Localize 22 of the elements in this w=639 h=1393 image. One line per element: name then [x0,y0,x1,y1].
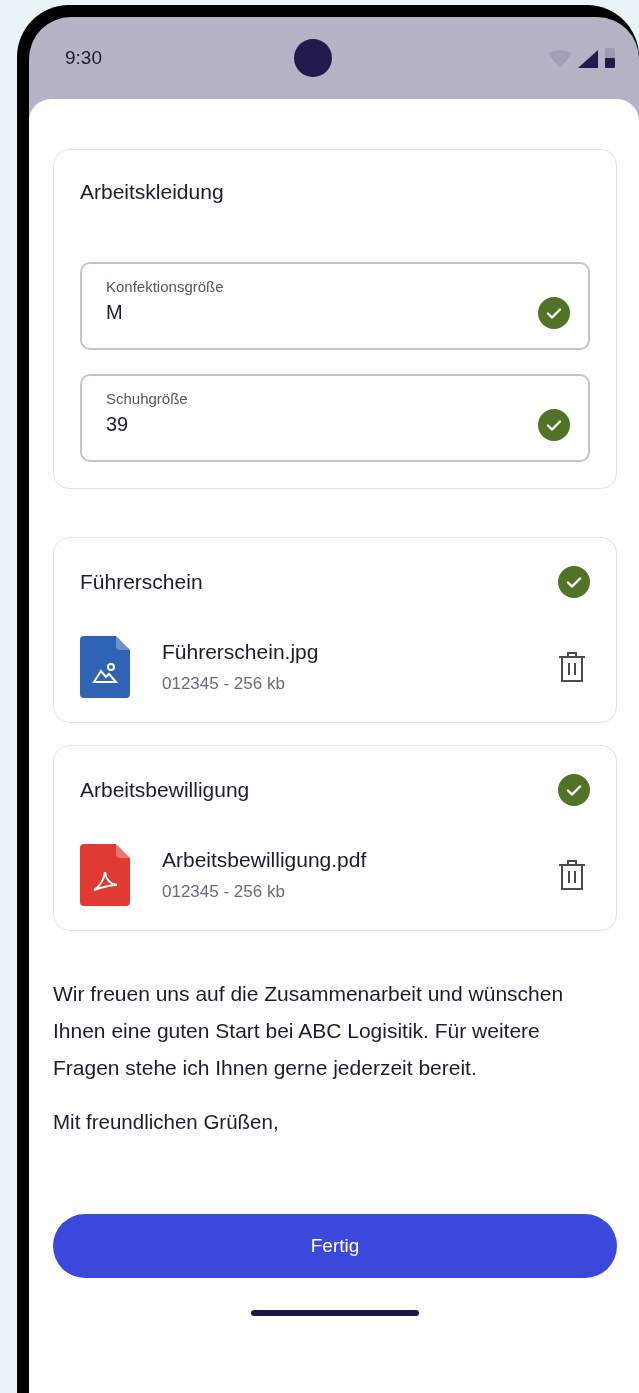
file-name: Führerschein.jpg [162,640,320,664]
file-meta: 012345 - 256 kb [162,674,286,694]
input-field[interactable]: Schuhgröße 39 [80,374,590,462]
file-meta: 012345 - 256 kb [162,882,286,902]
status-time: 9:30 [65,47,102,69]
card-title: Arbeitskleidung [80,180,225,204]
card-title: Arbeitsbewilligung [80,778,250,802]
done-button[interactable]: Fertig [53,1214,617,1278]
field-value: 39 [106,413,130,436]
field-label: Schuhgröße [106,390,188,407]
closing-text: Mit freundlichen Grüßen, [53,1110,280,1134]
trash-icon[interactable] [558,859,586,891]
card-title: Führerschein [80,570,203,594]
signal-icon [577,48,599,68]
input-field[interactable]: Konfektionsgröße M [80,262,590,350]
field-value: M [106,301,124,324]
camera-cutout [294,39,332,77]
file-name: Arbeitsbewilligung.pdf [162,848,368,872]
trash-icon[interactable] [558,651,586,683]
message-paragraph: Wir freuen uns auf die Zusammenarbeit und wünschen Ihnen eine guten Start bei ABC Logisitik. Für weitere Fragen stehe ich Ihnen gerne jederzeit bereit. [53,981,565,1081]
field-label: Konfektionsgröße [106,278,224,295]
battery-icon [605,48,615,68]
